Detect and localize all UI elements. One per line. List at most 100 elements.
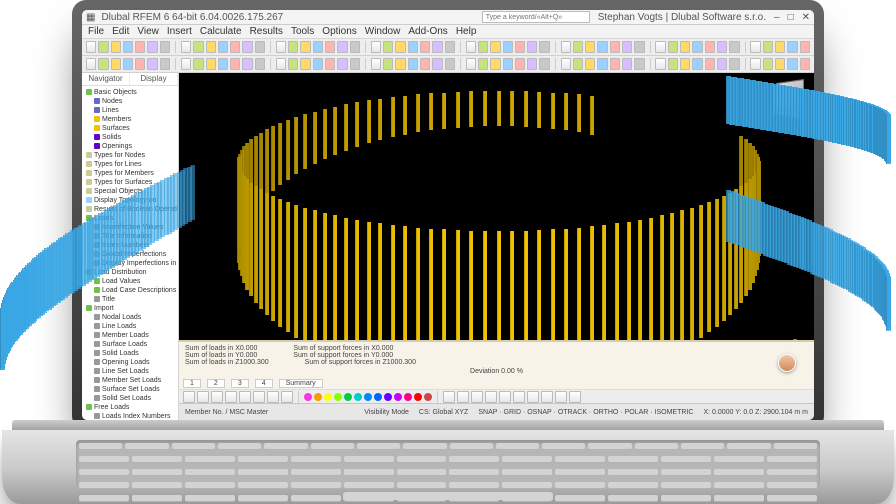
- navigator-tree-upper[interactable]: Basic ObjectsNodesLinesMembersSurfacesSo…: [82, 86, 178, 420]
- toolbar-button[interactable]: [242, 58, 252, 70]
- tree-item[interactable]: Global Imperfections: [86, 250, 176, 259]
- color-swatch[interactable]: [394, 393, 402, 401]
- toolbar-button[interactable]: [527, 58, 537, 70]
- navigation-cube[interactable]: [772, 77, 808, 113]
- view-button[interactable]: [197, 391, 209, 403]
- toolbar-button[interactable]: [160, 58, 170, 70]
- toolbar-button[interactable]: [634, 41, 644, 53]
- status-snap[interactable]: SNAP · GRID · OSNAP · OTRACK · ORTHO · P…: [478, 409, 693, 416]
- tree-item[interactable]: Free Loads: [86, 403, 176, 412]
- toolbar-button[interactable]: [86, 41, 96, 53]
- model-viewport[interactable]: Sum of loads in X0.000Sum of support for…: [179, 73, 814, 420]
- tree-item[interactable]: Member Loads: [86, 331, 176, 340]
- toolbar-button[interactable]: [610, 58, 620, 70]
- toolbar-button[interactable]: [668, 58, 678, 70]
- toolbar-button[interactable]: [705, 41, 715, 53]
- toolbar-button[interactable]: [539, 58, 549, 70]
- view-button[interactable]: [253, 391, 265, 403]
- view-button[interactable]: [485, 391, 497, 403]
- toolbar-button[interactable]: [585, 41, 595, 53]
- tree-item[interactable]: Import: [86, 304, 176, 313]
- toolbar-button[interactable]: [371, 41, 381, 53]
- tree-item[interactable]: Loads Index Numbers: [86, 412, 176, 420]
- tree-item[interactable]: Surfaces: [86, 124, 176, 133]
- toolbar-button[interactable]: [218, 41, 228, 53]
- menu-options[interactable]: Options: [322, 26, 356, 37]
- sidebar-tab-display[interactable]: Display: [130, 73, 178, 85]
- panel-tab[interactable]: 1: [183, 379, 201, 388]
- toolbar-button[interactable]: [561, 41, 571, 53]
- tree-item[interactable]: Display Topology on: [86, 196, 176, 205]
- toolbar-button[interactable]: [445, 41, 455, 53]
- toolbar-button[interactable]: [288, 41, 298, 53]
- color-swatch[interactable]: [354, 393, 362, 401]
- menu-insert[interactable]: Insert: [167, 26, 192, 37]
- toolbar-button[interactable]: [503, 41, 513, 53]
- sidebar-tab-navigator[interactable]: Navigator: [82, 73, 130, 85]
- toolbar-button[interactable]: [478, 58, 488, 70]
- status-visibility[interactable]: Visibility Mode: [364, 409, 409, 416]
- toolbar-button[interactable]: [539, 41, 549, 53]
- toolbar-button[interactable]: [655, 58, 665, 70]
- toolbar-button[interactable]: [371, 58, 381, 70]
- toolbar-button[interactable]: [432, 41, 442, 53]
- tree-item[interactable]: Nodal Loads: [86, 313, 176, 322]
- menu-help[interactable]: Help: [456, 26, 477, 37]
- toolbar-button[interactable]: [395, 58, 405, 70]
- toolbar-button[interactable]: [717, 58, 727, 70]
- toolbar-button[interactable]: [350, 41, 360, 53]
- toolbar-button[interactable]: [313, 58, 323, 70]
- toolbar-button[interactable]: [466, 58, 476, 70]
- color-swatch[interactable]: [404, 393, 412, 401]
- toolbar-button[interactable]: [181, 58, 191, 70]
- toolbar-button[interactable]: [193, 41, 203, 53]
- color-swatch[interactable]: [424, 393, 432, 401]
- view-button[interactable]: [569, 391, 581, 403]
- color-swatch[interactable]: [314, 393, 322, 401]
- toolbar-button[interactable]: [313, 41, 323, 53]
- panel-tab[interactable]: Summary: [279, 379, 323, 388]
- toolbar-button[interactable]: [276, 41, 286, 53]
- view-button[interactable]: [527, 391, 539, 403]
- view-button[interactable]: [443, 391, 455, 403]
- toolbar-button[interactable]: [680, 41, 690, 53]
- toolbar-button[interactable]: [420, 58, 430, 70]
- toolbar-button[interactable]: [622, 41, 632, 53]
- menu-file[interactable]: File: [88, 26, 104, 37]
- toolbar-button[interactable]: [255, 41, 265, 53]
- toolbar-button[interactable]: [597, 41, 607, 53]
- color-swatch[interactable]: [304, 393, 312, 401]
- toolbar-button[interactable]: [561, 58, 571, 70]
- tree-item[interactable]: Load Values: [86, 277, 176, 286]
- toolbar-button[interactable]: [300, 41, 310, 53]
- results-table-panel[interactable]: Sum of loads in X0.000Sum of support for…: [179, 340, 814, 390]
- toolbar-button[interactable]: [206, 58, 216, 70]
- tree-item[interactable]: Surface Set Loads: [86, 385, 176, 394]
- view-button[interactable]: [281, 391, 293, 403]
- tree-item[interactable]: Types for Lines: [86, 160, 176, 169]
- toolbar-button[interactable]: [445, 58, 455, 70]
- color-swatch[interactable]: [384, 393, 392, 401]
- toolbar-button[interactable]: [668, 41, 678, 53]
- toolbar-button[interactable]: [622, 58, 632, 70]
- menu-view[interactable]: View: [137, 26, 159, 37]
- toolbar-button[interactable]: [193, 58, 203, 70]
- toolbar-button[interactable]: [86, 58, 96, 70]
- view-button[interactable]: [513, 391, 525, 403]
- toolbar-button[interactable]: [800, 41, 810, 53]
- toolbar-button[interactable]: [432, 58, 442, 70]
- toolbar-button[interactable]: [111, 58, 121, 70]
- tree-item[interactable]: Members: [86, 115, 176, 124]
- menu-calculate[interactable]: Calculate: [200, 26, 242, 37]
- tree-item[interactable]: Solids: [86, 133, 176, 142]
- toolbar-button[interactable]: [395, 41, 405, 53]
- toolbar-button[interactable]: [147, 58, 157, 70]
- tree-item[interactable]: Basic Objects: [86, 88, 176, 97]
- view-button[interactable]: [555, 391, 567, 403]
- color-swatch[interactable]: [344, 393, 352, 401]
- toolbar-button[interactable]: [98, 41, 108, 53]
- toolbar-button[interactable]: [325, 41, 335, 53]
- toolbar-button[interactable]: [750, 41, 760, 53]
- menu-window[interactable]: Window: [365, 26, 401, 37]
- tree-item[interactable]: Openings: [86, 142, 176, 151]
